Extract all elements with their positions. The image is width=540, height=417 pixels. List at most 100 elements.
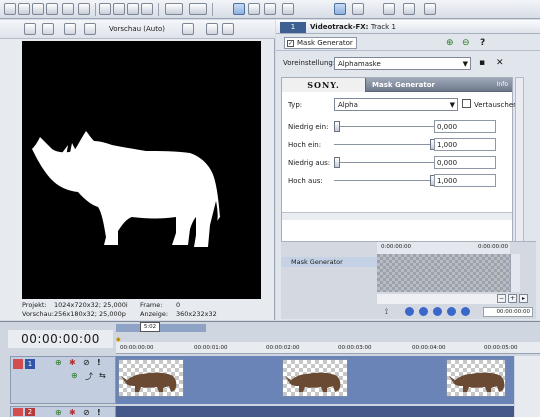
make-child-icon[interactable]: ⇆: [99, 371, 106, 380]
help-icon[interactable]: ?: [480, 38, 485, 48]
track-number: 2: [25, 408, 35, 416]
track-header-2[interactable]: 2 ⊕ ✱ ⊘ !: [10, 406, 116, 417]
loop-region-bar[interactable]: [116, 324, 206, 332]
redo-icon[interactable]: [189, 3, 207, 15]
undo-icon[interactable]: [165, 3, 183, 15]
paste-icon[interactable]: [127, 3, 139, 15]
chain-item-checkbox[interactable]: ✓: [287, 40, 294, 47]
overlays-icon[interactable]: [182, 23, 194, 35]
cut-icon[interactable]: [99, 3, 111, 15]
delete-icon[interactable]: [141, 3, 153, 15]
track-header-1[interactable]: 1 ⊕ ✱ ⊘ ! ⊕ ⤴ ⇆: [10, 356, 116, 404]
help-icon[interactable]: [424, 3, 436, 15]
auto-ripple-icon[interactable]: [334, 3, 346, 15]
param-row: Hoch aus: 1,000: [288, 174, 510, 188]
prev-keyframe-icon[interactable]: [419, 307, 428, 316]
keyframe-ruler-start: 0:00:00:00: [381, 244, 412, 250]
fx-title: Videotrack-FX:: [310, 23, 369, 31]
video-clip[interactable]: [118, 359, 184, 397]
sync-cursor-icon[interactable]: ⟟: [385, 307, 388, 317]
save-snapshot-icon[interactable]: [222, 23, 234, 35]
plugin-chain-icon[interactable]: ⊕: [446, 38, 454, 48]
delete-preset-icon[interactable]: ✕: [496, 58, 504, 68]
remove-plugin-icon[interactable]: ⊖: [462, 38, 470, 48]
keyframe-ruler-end: 0:00:00:00: [477, 244, 508, 250]
chain-item-mask-generator[interactable]: ✓ Mask Generator: [284, 37, 357, 49]
save-as-icon[interactable]: [46, 3, 58, 15]
solo-icon[interactable]: !: [97, 358, 101, 367]
plugin-vertical-scrollbar[interactable]: [515, 77, 524, 253]
keyframe-vertical-scrollbar[interactable]: [510, 254, 520, 292]
param-value[interactable]: 1,000: [434, 138, 496, 151]
snap-icon[interactable]: [383, 3, 395, 15]
ruler-tick: 00:00:04:00: [412, 345, 446, 351]
properties-icon[interactable]: [62, 3, 74, 15]
slider-thumb[interactable]: [334, 157, 340, 168]
frame-label: Frame:: [140, 301, 163, 309]
type-dropdown[interactable]: Alpha ▼: [334, 98, 458, 111]
render-icon[interactable]: [78, 3, 90, 15]
zoom-tool-icon[interactable]: [282, 3, 294, 15]
parent-track-icon[interactable]: ⤴: [85, 371, 93, 382]
open-icon[interactable]: [18, 3, 30, 15]
last-keyframe-icon[interactable]: [447, 307, 456, 316]
scroll-right-icon[interactable]: ▸: [519, 294, 528, 303]
plugin-horizontal-scrollbar[interactable]: [282, 212, 512, 220]
normal-edit-tool-icon[interactable]: [233, 3, 245, 15]
external-monitor-icon[interactable]: [42, 23, 54, 35]
type-label: Typ:: [288, 101, 303, 109]
keyframe-time-field[interactable]: 00:00:00:00: [483, 307, 533, 317]
track-lane-2[interactable]: [116, 406, 514, 417]
invert-checkbox[interactable]: [462, 99, 471, 108]
slider-thumb[interactable]: [334, 121, 340, 132]
mute-icon[interactable]: ⊘: [83, 358, 90, 367]
keyframe-horizontal-scrollbar[interactable]: [377, 294, 510, 304]
param-value[interactable]: 0,000: [434, 120, 496, 133]
selection-tool-icon[interactable]: [264, 3, 276, 15]
preview-res-label: Vorschau:: [22, 310, 54, 318]
ruler-tick: 00:00:00:00: [120, 345, 154, 351]
video-clip[interactable]: [282, 359, 348, 397]
preview-properties-icon[interactable]: [24, 23, 36, 35]
track-fx-icon[interactable]: ✱: [69, 358, 76, 367]
split-screen-icon[interactable]: [84, 23, 96, 35]
envelope-tool-icon[interactable]: [248, 3, 260, 15]
param-value[interactable]: 1,000: [434, 174, 496, 187]
keyframe-row-label[interactable]: Mask Generator: [281, 257, 377, 267]
next-keyframe-icon[interactable]: [433, 307, 442, 316]
preview-quality-dropdown[interactable]: Vorschau (Auto): [109, 25, 165, 33]
zoom-out-icon[interactable]: −: [497, 294, 506, 303]
snap-markers-icon[interactable]: [403, 3, 415, 15]
keyframe-nav: ⟟ 00:00:00:00: [377, 305, 537, 319]
preset-value: Alphamaske: [338, 60, 381, 68]
track-number: 1: [25, 359, 35, 369]
video-clip[interactable]: [446, 359, 506, 397]
param-row: Hoch ein: 1,000: [288, 138, 510, 152]
track-motion-icon[interactable]: ⊕: [55, 408, 62, 417]
video-fx-icon[interactable]: [64, 23, 76, 35]
keyframe-lane[interactable]: [377, 254, 510, 292]
copy-icon[interactable]: [113, 3, 125, 15]
track-motion-icon[interactable]: ⊕: [55, 358, 62, 367]
time-ruler[interactable]: 00:00:00:00 00:00:01:00 00:00:02:00 00:0…: [116, 342, 540, 354]
track-fx-icon[interactable]: ✱: [69, 408, 76, 417]
timeline-vertical-scrollbar[interactable]: [515, 356, 540, 417]
save-preset-icon[interactable]: ▪: [479, 58, 485, 68]
first-keyframe-icon[interactable]: [405, 307, 414, 316]
zoom-in-icon[interactable]: +: [508, 294, 517, 303]
solo-icon[interactable]: !: [97, 408, 101, 417]
timecode-display[interactable]: 00:00:00:00: [8, 330, 113, 348]
param-value[interactable]: 0,000: [434, 156, 496, 169]
fx-tab[interactable]: 1: [280, 22, 306, 33]
param-label: Niedrig aus:: [288, 159, 331, 167]
new-icon[interactable]: [4, 3, 16, 15]
compositing-icon[interactable]: ⊕: [71, 371, 78, 380]
save-icon[interactable]: [32, 3, 44, 15]
mute-icon[interactable]: ⊘: [83, 408, 90, 417]
lock-envelopes-icon[interactable]: [352, 3, 364, 15]
type-row: Typ: Alpha ▼ Vertauschen: [288, 98, 518, 112]
preset-dropdown[interactable]: Alphamaske ▼: [334, 57, 471, 70]
plugin-info-link[interactable]: Info: [497, 81, 508, 88]
copy-snapshot-icon[interactable]: [206, 23, 218, 35]
add-keyframe-icon[interactable]: [461, 307, 470, 316]
